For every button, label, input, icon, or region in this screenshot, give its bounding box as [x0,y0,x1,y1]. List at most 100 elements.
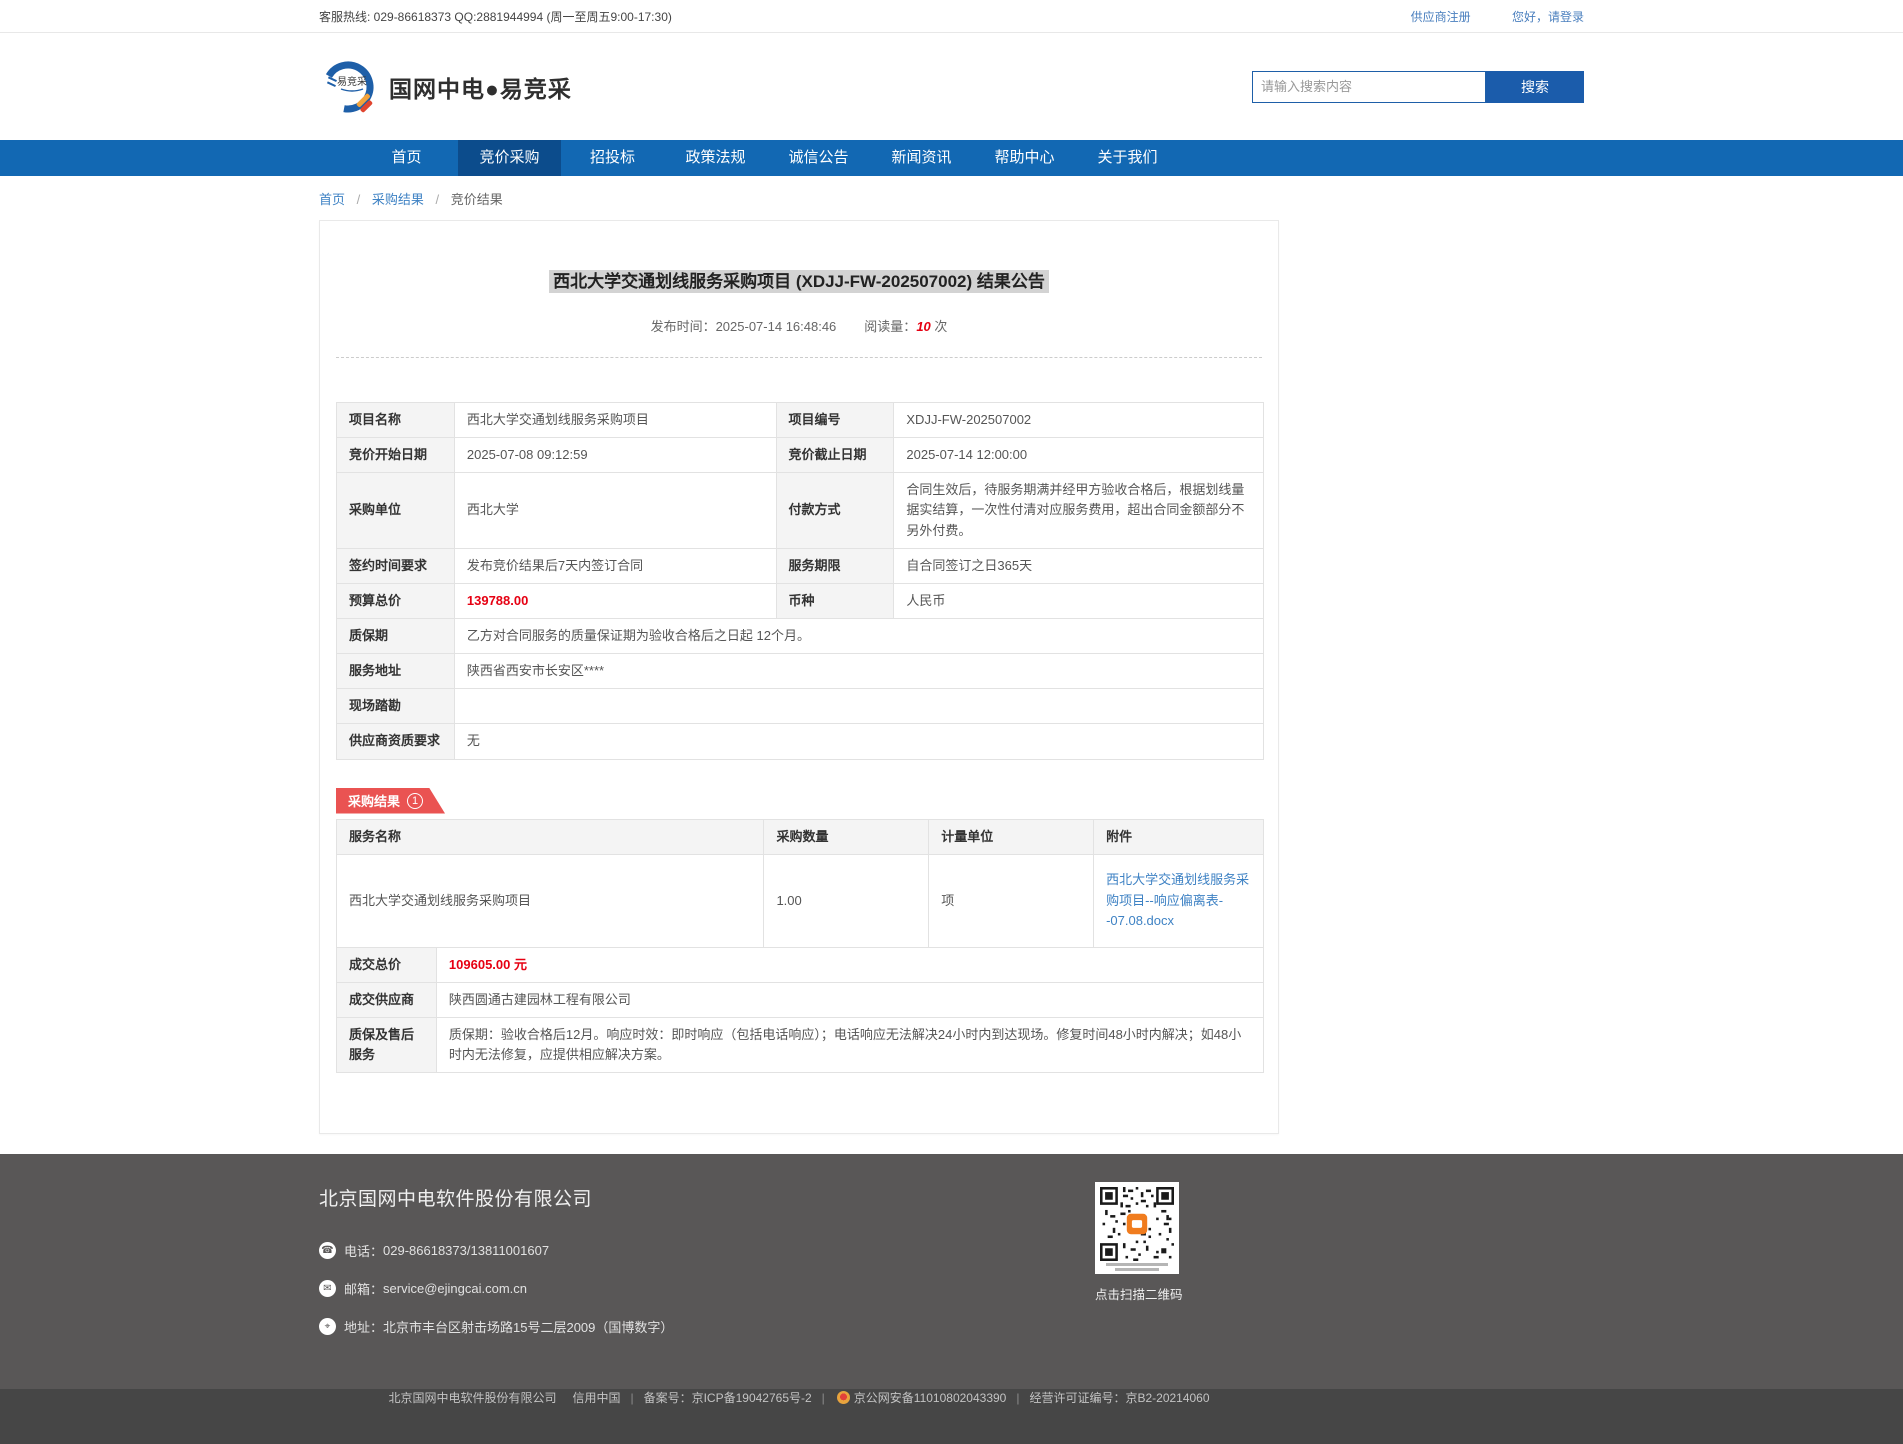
views-label: 阅读量： [864,319,916,334]
police-badge-icon [837,1391,850,1404]
budget-price: 139788.00 [454,583,776,618]
detail-label: 采购单位 [337,473,455,548]
warranty-label: 质保及售后服务 [337,1017,437,1072]
address-label: 地址： [344,1317,383,1336]
qr-code [1095,1182,1179,1274]
qr-code-block[interactable]: 点击扫描二维码 [1095,1182,1179,1303]
qr-tiny-text [1115,1268,1159,1271]
service-name: 西北大学交通划线服务采购项目 [337,854,764,947]
page-title: 西北大学交通划线服务采购项目 (XDJJ-FW-202507002) 结果公告 [336,267,1262,292]
phone-icon: ☎ [319,1242,336,1259]
detail-label: 服务期限 [776,548,894,583]
unit: 项 [929,854,1094,947]
nav-item-policy[interactable]: 政策法规 [664,140,767,176]
detail-value: 发布竞价结果后7天内签订合同 [454,548,776,583]
breadcrumb-separator: / [357,192,361,207]
qr-caption: 点击扫描二维码 [1095,1284,1179,1303]
detail-value: 人民币 [894,583,1264,618]
phone-value: 029-86618373/13811001607 [383,1243,549,1258]
detail-value: 自合同签订之日365天 [894,548,1264,583]
address-value: 北京市丰台区射击场路15号二层2009（国博数字） [383,1317,673,1336]
detail-value: 西北大学交通划线服务采购项目 [454,403,776,438]
detail-label: 项目名称 [337,403,455,438]
breadcrumb-current: 竞价结果 [451,192,503,207]
detail-label: 项目编号 [776,403,894,438]
detail-value: 陕西省西安市长安区**** [454,654,1263,689]
detail-value: 2025-07-08 09:12:59 [454,438,776,473]
nav-item-bidding-purchase[interactable]: 竞价采购 [458,140,561,176]
warranty-text: 质保期：验收合格后12月。响应时效：即时响应（包括电话响应）；电话响应无法解决2… [436,1017,1263,1072]
header: 易竞采 国网中电●易竞采 搜索 [0,33,1903,140]
site-logo[interactable]: 易竞采 国网中电●易竞采 [319,58,572,116]
breadcrumb-section-link[interactable]: 采购结果 [372,192,424,207]
main-nav: 首页 竞价采购 招投标 政策法规 诚信公告 新闻资讯 帮助中心 关于我们 [0,140,1903,176]
search-bar: 搜索 [1252,71,1584,103]
result-col-header: 计量单位 [929,819,1094,854]
email-value: service@ejingcai.com.cn [383,1281,527,1296]
phone-label: 电话： [344,1241,383,1260]
detail-value: 2025-07-14 12:00:00 [894,438,1264,473]
hotline-text: 客服热线: 029-86618373 QQ:2881944994 (周一至周五9… [319,8,672,25]
breadcrumb-home-link[interactable]: 首页 [319,192,345,207]
nav-item-tender[interactable]: 招投标 [561,140,664,176]
result-count-badge: 1 [407,793,423,809]
result-col-header: 服务名称 [337,819,764,854]
detail-value: 西北大学 [454,473,776,548]
nav-item-home[interactable]: 首页 [355,140,458,176]
login-link[interactable]: 您好，请登录 [1512,10,1584,24]
footer-address-row: ⌖ 地址： 北京市丰台区射击场路15号二层2009（国博数字） [319,1317,1279,1336]
result-col-header: 附件 [1094,819,1264,854]
nav-item-news[interactable]: 新闻资讯 [870,140,973,176]
table-row: 西北大学交通划线服务采购项目 1.00 项 西北大学交通划线服务采购项目--响应… [337,854,1264,947]
search-button[interactable]: 搜索 [1486,71,1584,103]
email-icon: ✉ [319,1280,336,1297]
publish-time-label: 发布时间： [651,319,716,334]
qr-tiny-text [1106,1263,1168,1266]
announcement-panel: 西北大学交通划线服务采购项目 (XDJJ-FW-202507002) 结果公告 … [319,220,1279,1134]
email-label: 邮箱： [344,1279,383,1298]
detail-label: 签约时间要求 [337,548,455,583]
detail-label: 现场踏勘 [337,689,455,724]
supplier-register-link[interactable]: 供应商注册 [1411,10,1471,24]
project-detail-table: 项目名称 西北大学交通划线服务采购项目 项目编号 XDJJ-FW-2025070… [336,402,1264,760]
bottom-separator: | [822,1391,825,1405]
detail-value: XDJJ-FW-202507002 [894,403,1264,438]
detail-label: 币种 [776,583,894,618]
nav-item-integrity[interactable]: 诚信公告 [767,140,870,176]
location-pin-icon: ⌖ [319,1318,336,1335]
purchase-result-table: 服务名称 采购数量 计量单位 附件 西北大学交通划线服务采购项目 1.00 项 … [336,819,1264,948]
deal-price: 109605.00 元 [436,947,1263,982]
detail-value [454,689,1263,724]
bottom-separator: | [630,1391,633,1405]
supplier-label: 成交供应商 [337,982,437,1017]
police-record-number[interactable]: 京公网安备11010802043390 [854,1389,1007,1406]
deal-summary-table: 成交总价 109605.00 元 成交供应商 陕西圆通古建园林工程有限公司 质保… [336,947,1264,1074]
detail-label: 质保期 [337,618,455,653]
detail-label: 服务地址 [337,654,455,689]
detail-value: 无 [454,724,1263,759]
detail-value: 乙方对合同服务的质量保证期为验收合格后之日起 12个月。 [454,618,1263,653]
deal-price-label: 成交总价 [337,947,437,982]
detail-label: 预算总价 [337,583,455,618]
nav-item-about[interactable]: 关于我们 [1076,140,1179,176]
license-number: 经营许可证编号：京B2-20214060 [1029,1389,1209,1406]
bottom-company: 北京国网中电软件股份有限公司 [388,1389,556,1406]
attachment-link[interactable]: 西北大学交通划线服务采购项目--响应偏离表--07.08.docx [1106,872,1249,927]
search-input[interactable] [1252,71,1486,103]
breadcrumb: 首页 / 采购结果 / 竞价结果 [319,176,1584,220]
bottombar: 北京国网中电软件股份有限公司 信用中国 | 备案号：京ICP备19042765号… [0,1389,1903,1444]
result-col-header: 采购数量 [764,819,929,854]
views-unit: 次 [934,319,947,334]
views-count: 10 [916,319,930,334]
detail-label: 竞价截止日期 [776,438,894,473]
logo-inner-text: 易竞采 [337,75,367,88]
qr-code-image [1100,1187,1174,1261]
purchase-result-tag-label: 采购结果 [348,791,400,810]
detail-label: 竞价开始日期 [337,438,455,473]
breadcrumb-separator: / [436,192,440,207]
nav-item-help[interactable]: 帮助中心 [973,140,1076,176]
publish-time: 2025-07-14 16:48:46 [716,319,837,334]
logo-icon: 易竞采 [319,58,377,116]
announcement-meta: 发布时间：2025-07-14 16:48:46 阅读量：10 次 [336,316,1262,358]
credit-china-link[interactable]: 信用中国 [572,1389,620,1406]
